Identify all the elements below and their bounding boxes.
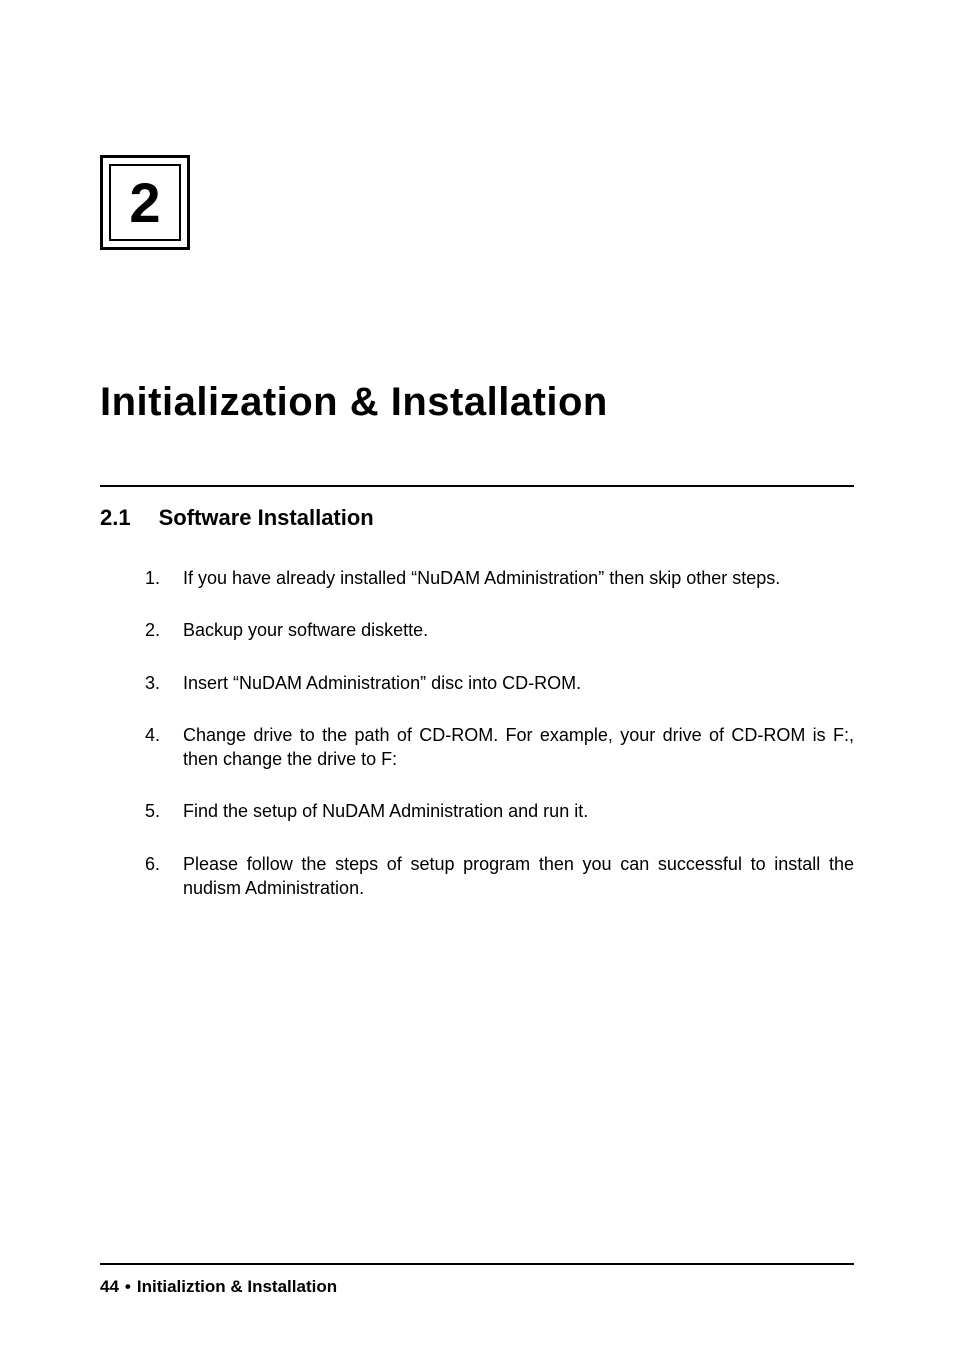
chapter-number-box-outer: 2 xyxy=(100,155,190,250)
step-number: 4. xyxy=(145,723,183,772)
chapter-number-box-inner: 2 xyxy=(109,164,181,241)
step-text: Change drive to the path of CD-ROM. For … xyxy=(183,723,854,772)
step-number: 3. xyxy=(145,671,183,695)
footer-content: 44 • Initializtion & Installation xyxy=(100,1277,854,1297)
page-number: 44 xyxy=(100,1277,119,1297)
page-footer: 44 • Initializtion & Installation xyxy=(100,1263,854,1297)
step-text: Please follow the steps of setup program… xyxy=(183,852,854,901)
step-text: Backup your software diskette. xyxy=(183,618,854,642)
section-title: Software Installation xyxy=(159,505,374,531)
step-number: 2. xyxy=(145,618,183,642)
chapter-title: Initialization & Installation xyxy=(100,380,854,425)
section-number: 2.1 xyxy=(100,505,131,531)
section-divider xyxy=(100,485,854,487)
list-item: 6. Please follow the steps of setup prog… xyxy=(145,852,854,901)
step-number: 6. xyxy=(145,852,183,901)
footer-bullet: • xyxy=(125,1277,131,1297)
list-item: 3. Insert “NuDAM Administration” disc in… xyxy=(145,671,854,695)
step-text: If you have already installed “NuDAM Adm… xyxy=(183,566,854,590)
section-header: 2.1 Software Installation xyxy=(100,505,854,531)
list-item: 1. If you have already installed “NuDAM … xyxy=(145,566,854,590)
steps-list: 1. If you have already installed “NuDAM … xyxy=(100,566,854,900)
step-number: 1. xyxy=(145,566,183,590)
step-number: 5. xyxy=(145,799,183,823)
list-item: 5. Find the setup of NuDAM Administratio… xyxy=(145,799,854,823)
list-item: 2. Backup your software diskette. xyxy=(145,618,854,642)
step-text: Insert “NuDAM Administration” disc into … xyxy=(183,671,854,695)
list-item: 4. Change drive to the path of CD-ROM. F… xyxy=(145,723,854,772)
footer-section-name: Initializtion & Installation xyxy=(137,1277,337,1297)
footer-divider xyxy=(100,1263,854,1265)
chapter-number: 2 xyxy=(129,170,160,235)
step-text: Find the setup of NuDAM Administration a… xyxy=(183,799,854,823)
